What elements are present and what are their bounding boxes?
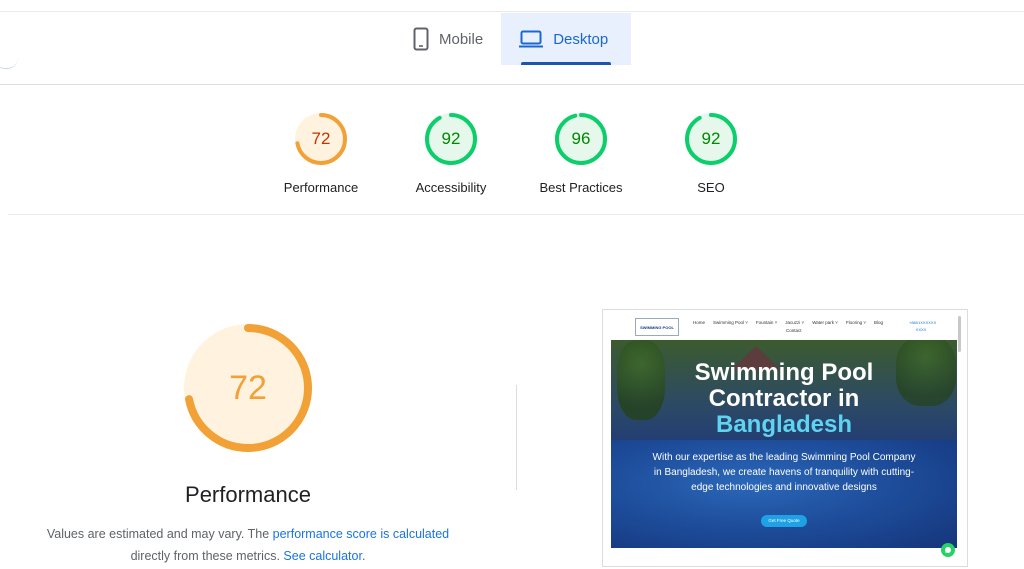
gauge-score: 72 xyxy=(311,129,331,148)
decorative-curve xyxy=(0,58,18,69)
gauge-best-practices[interactable]: 96 Best Practices xyxy=(516,112,646,195)
hero-text: With our expertise as the leading Swimmi… xyxy=(652,452,916,493)
tab-mobile[interactable]: Mobile xyxy=(395,13,501,65)
tab-desktop-label: Desktop xyxy=(553,30,609,48)
tab-mobile-label: Mobile xyxy=(439,30,484,48)
gauge-label: SEO xyxy=(697,180,725,195)
desc-text: Values are estimated and may vary. The xyxy=(46,527,273,541)
performance-score: 72 xyxy=(229,369,267,407)
site-menu-contact: Contact xyxy=(786,328,802,333)
site-menu-item: Water park ˅ xyxy=(812,320,838,325)
site-hero: Swimming Pool Contractor in Bangladesh W… xyxy=(611,340,957,548)
hero-title: Swimming Pool Contractor in xyxy=(611,360,957,412)
page-screenshot[interactable]: SWIMMING POOL Home Swimming Pool ˅ Fount… xyxy=(602,309,968,567)
site-menu-item: Jacuzzi ˅ xyxy=(785,320,805,325)
gauge-seo[interactable]: 92 SEO xyxy=(646,112,776,195)
device-tabs: Mobile Desktop xyxy=(395,13,632,65)
get-quote-button: Get Free Quote xyxy=(761,515,807,527)
top-divider xyxy=(0,11,1024,12)
vertical-divider xyxy=(516,385,517,490)
desc-suffix: . xyxy=(361,549,366,563)
gauge-score: 92 xyxy=(441,129,461,148)
tab-desktop[interactable]: Desktop xyxy=(501,13,632,65)
gauge-label: Performance xyxy=(283,180,359,195)
whatsapp-icon xyxy=(941,543,955,557)
screenshot-scrollbar xyxy=(958,316,961,352)
score-calculated-link[interactable]: performance score is calculated xyxy=(273,527,449,541)
gauge-label: Accessibility xyxy=(415,180,487,195)
mobile-icon xyxy=(413,27,429,51)
see-calculator-link[interactable]: See calculator xyxy=(283,549,362,563)
desktop-icon xyxy=(519,30,544,48)
performance-description: Values are estimated and may vary. The p… xyxy=(30,523,466,567)
gauge-performance[interactable]: 72 Performance xyxy=(256,112,386,195)
hero-title-line3: Bangladesh xyxy=(715,411,853,438)
site-phone: +8801XXXXXX XXXX xyxy=(909,320,937,332)
site-menu-item: Blog xyxy=(874,320,884,325)
gauge-score: 92 xyxy=(701,129,721,148)
hero-title-line2: Contractor in xyxy=(708,385,860,412)
desc-text-2: directly from these metrics. xyxy=(130,549,280,563)
site-menu: Home Swimming Pool ˅ Fountain ˅ Jacuzzi … xyxy=(693,320,883,325)
site-menu-item: Flooring ˅ xyxy=(845,320,867,325)
hero-title-line1: Swimming Pool xyxy=(694,359,874,386)
site-menu-item: Swimming Pool ˅ xyxy=(713,320,748,325)
site-logo: SWIMMING POOL xyxy=(635,318,679,336)
site-navbar: SWIMMING POOL Home Swimming Pool ˅ Fount… xyxy=(603,310,967,340)
site-menu-item: Home xyxy=(693,320,706,325)
gauge-score: 96 xyxy=(571,129,591,148)
gauge-accessibility[interactable]: 92 Accessibility xyxy=(386,112,516,195)
site-menu-item: Fountain ˅ xyxy=(755,320,778,325)
summary-divider xyxy=(8,214,1024,215)
performance-title: Performance xyxy=(185,482,311,507)
gauge-label: Best Practices xyxy=(539,180,623,195)
